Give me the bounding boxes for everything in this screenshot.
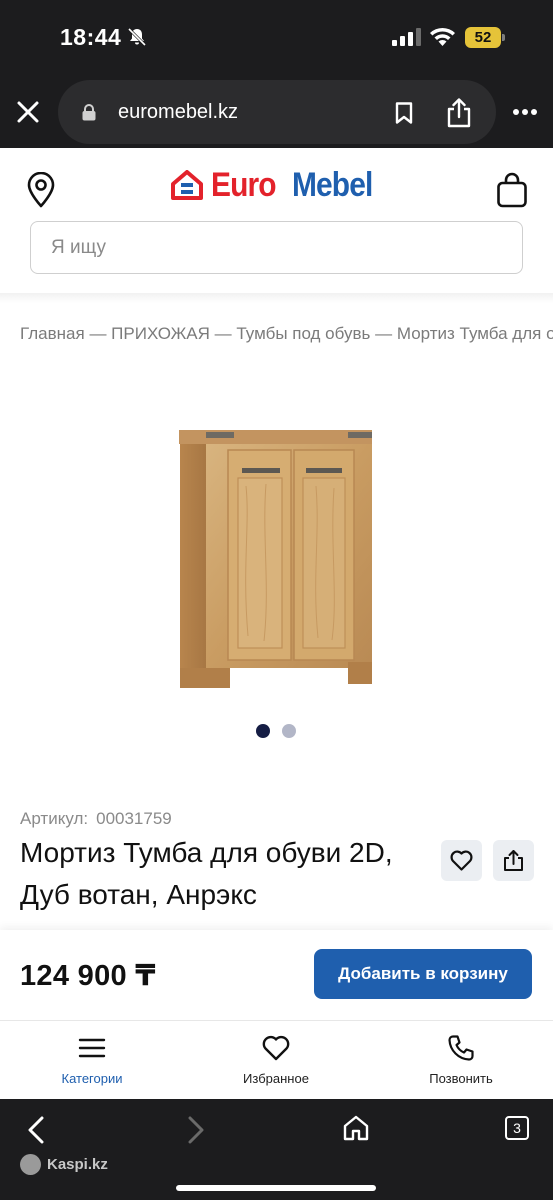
image-pagination [256, 724, 298, 738]
tabs-button[interactable]: 3 [505, 1116, 529, 1140]
share-icon [504, 850, 523, 871]
add-to-cart-button[interactable]: Добавить в корзину [314, 949, 532, 999]
product-image[interactable] [176, 426, 376, 691]
breadcrumb: Главная — ПРИХОЖАЯ — Тумбы под обувь — М… [20, 324, 553, 344]
bottom-tab-bar: Категории Избранное Позвонить [0, 1020, 553, 1099]
bookmark-icon[interactable] [394, 102, 414, 124]
web-page: Euro Mebel Главная — ПРИХОЖАЯ — Тумбы по… [0, 148, 553, 1099]
product-price: 124 900 ₸ [20, 960, 156, 992]
search-input[interactable] [51, 222, 511, 273]
heart-icon [262, 1035, 290, 1061]
back-icon[interactable] [24, 1115, 48, 1145]
address-bar[interactable]: euromebel.kz [58, 80, 496, 144]
heart-icon [450, 850, 473, 871]
phone-icon [448, 1035, 474, 1061]
product-title: Мортиз Тумба для обуви 2D, Дуб вотан, Ан… [20, 837, 393, 910]
sku-label: Артикул: [20, 809, 89, 828]
share-icon[interactable] [446, 98, 472, 128]
more-icon[interactable] [512, 108, 538, 116]
tab-label: Избранное [243, 1071, 309, 1086]
battery-level: 52 [465, 27, 501, 48]
sku-line: Артикул: 00031759 [20, 809, 172, 829]
kaspi-logo-icon [20, 1154, 41, 1175]
logo-text-mebel: Mebel [292, 166, 373, 204]
watermark-text: Kaspi.kz [47, 1156, 108, 1173]
wifi-icon [430, 27, 455, 46]
logo-text-euro: Euro [211, 166, 277, 204]
tab-label: Позвонить [429, 1071, 493, 1086]
price-bar: 124 900 ₸ Добавить в корзину [0, 930, 553, 1020]
status-bar: 18:44 52 [0, 0, 553, 76]
tab-favorites[interactable]: Избранное [206, 1021, 346, 1099]
browser-toolbar: euromebel.kz [0, 76, 553, 148]
logo-house-icon [171, 170, 203, 200]
signal-icon [392, 28, 421, 46]
tab-label: Категории [61, 1071, 123, 1086]
watermark: Kaspi.kz [20, 1154, 130, 1176]
search-box[interactable] [30, 221, 523, 274]
breadcrumb-hallway[interactable]: ПРИХОЖАЯ [111, 324, 210, 343]
home-icon[interactable] [342, 1114, 370, 1142]
battery-icon: 52 [465, 27, 505, 48]
breadcrumb-separator: — [84, 324, 112, 343]
forward-icon[interactable] [184, 1115, 208, 1145]
pagination-dot[interactable] [282, 724, 296, 738]
tab-categories[interactable]: Категории [22, 1021, 162, 1099]
share-product-button[interactable] [493, 840, 534, 881]
lock-icon [82, 104, 96, 121]
breadcrumb-current: Мортиз Тумба для обуви 2D, Дуб вотан, Ан… [396, 324, 553, 343]
home-indicator[interactable] [176, 1185, 376, 1191]
breadcrumb-shoe-cabinets[interactable]: Тумбы под обувь [236, 324, 370, 343]
browser-bottom-bar: 3 Kaspi.kz [0, 1099, 553, 1200]
bell-mute-icon [127, 27, 147, 47]
close-icon[interactable] [14, 98, 42, 126]
location-icon[interactable] [25, 172, 57, 208]
favorite-button[interactable] [441, 840, 482, 881]
tab-call[interactable]: Позвонить [391, 1021, 531, 1099]
status-time: 18:44 [60, 24, 122, 50]
cart-bag-icon[interactable] [496, 172, 528, 208]
site-logo[interactable]: Euro Mebel [171, 166, 391, 206]
breadcrumb-separator: — [370, 324, 397, 343]
pagination-dot-active[interactable] [256, 724, 270, 738]
site-header: Euro Mebel [0, 148, 553, 293]
breadcrumb-separator: — [209, 324, 237, 343]
breadcrumb-home[interactable]: Главная [20, 324, 85, 343]
url-text[interactable]: euromebel.kz [118, 101, 238, 124]
menu-icon [78, 1038, 106, 1058]
sku-value: 00031759 [96, 809, 172, 828]
